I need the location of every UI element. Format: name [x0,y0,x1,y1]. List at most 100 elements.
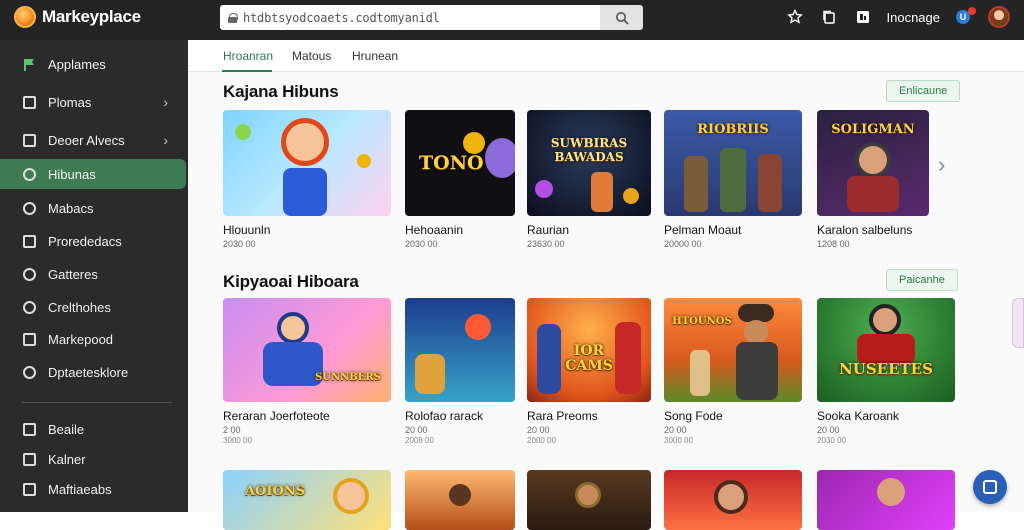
sidebar-item-label: Prorededacs [48,233,122,249]
sidebar-item-beaile[interactable]: Beaile [0,414,188,444]
notification-dot [968,7,976,15]
card-meta: 20000 00 [664,239,702,249]
brand[interactable]: Markeyplace [14,6,141,28]
card-title: Reraran Joerfoteote [223,409,330,423]
tab-bar: Hroanran Matous Hrunean [188,40,1024,72]
app-thumbnail [405,298,515,402]
card-meta: 20 00 [405,425,428,435]
tab-hrunean[interactable]: Hrunean [352,49,398,63]
app-thumbnail [405,470,515,530]
sidebar-item-label: Dptaetesklore [48,364,129,380]
sidebar-item-label: Applames [48,56,106,72]
tab-matous[interactable]: Matous [292,49,331,63]
sidebar-item-gatteres[interactable]: Gatteres [0,259,188,289]
app-card[interactable] [817,470,955,530]
thumbnail-text: SOLIGMAN [831,122,915,137]
chart-icon [22,482,37,497]
app-card[interactable]: RIOBRIIS Pelman Moaut 20000 00 [664,110,802,249]
app-card[interactable]: AOIONS [223,470,391,530]
sidebar-item-maftiaeabs[interactable]: Maftiaeabs [0,474,188,504]
sidebar-item-label: Deoer Alvecs [48,132,125,148]
sidebar-item-kalner[interactable]: Kalner [0,444,188,474]
app-card[interactable]: SOLIGMAN Karalon salbeluns 1208 00 [817,110,929,249]
card-title: Song Fode [664,409,723,423]
card-meta: 1208 00 [817,239,850,249]
extension-icon[interactable] [853,7,873,27]
bookmark-icon [22,234,37,249]
card-title: Hehoaanin [405,223,464,237]
sidebar-item-mabacs[interactable]: Mabacs [0,193,188,223]
app-card[interactable]: TONO Hehoaanin 2030 00 [405,110,515,249]
tag-icon [22,267,37,282]
tab-hroanran[interactable]: Hroanran [223,49,273,63]
app-card[interactable]: HTOUNOS Song Fode 20 00 3000 00 [664,298,802,445]
sidebar-item-label: Mabacs [48,200,94,216]
app-thumbnail: HTOUNOS [664,298,802,402]
sidebar-item-dptaetesklore[interactable]: Dptaetesklore [0,357,188,387]
lock-icon [228,12,238,23]
see-all-button[interactable]: Enlicaune [886,80,961,102]
app-thumbnail: SOLIGMAN [817,110,929,216]
list-icon [22,452,37,467]
app-card[interactable]: SUNNBERS Reraran Joerfoteote 2 00 3000 0… [223,298,391,445]
app-card[interactable] [664,470,802,530]
app-thumbnail [664,470,802,530]
app-thumbnail [223,110,391,216]
card-title: Hlouunln [223,223,271,237]
sidebar-item-crelthohes[interactable]: Crelthohes [0,292,188,322]
sidebar-item-plomas[interactable]: Plomas › [0,87,188,117]
gear-icon [22,300,37,315]
card-meta: 2030 00 [223,239,256,249]
clock-icon [22,365,37,380]
top-bar: Markeyplace htdbtsyodcoaets.codtomyanidl… [0,0,1024,40]
sidebar-item-label: Hibunas [48,166,96,182]
notification-icon[interactable]: U [954,7,976,27]
card-title: Pelman Moaut [664,223,742,237]
card-meta: 20 00 [664,425,687,435]
thumbnail-text: AOIONS [244,484,306,499]
header-label[interactable]: Inocnage [887,10,941,25]
app-card[interactable]: Hlouunln 2030 00 [223,110,391,249]
card-title: Raurian [527,223,570,237]
app-thumbnail [817,470,955,530]
box-icon [22,133,37,148]
sidebar-item-deoer-alvecs[interactable]: Deoer Alvecs › [0,125,188,155]
app-thumbnail: IOR CAMS [527,298,651,402]
thumbnail-text: IOR CAMS [565,343,613,374]
sidebar-item-hibunas[interactable]: Hibunas [0,159,186,189]
user-avatar[interactable] [988,6,1010,28]
app-card[interactable]: IOR CAMS Rara Preoms 20 00 2000 00 [527,298,651,445]
card-title: Rara Preoms [527,409,598,423]
sidebar-item-markepood[interactable]: Markepood [0,324,188,354]
thumbnail-text: SUWBIRAS BAWADAS [550,136,628,164]
bag-icon [22,201,37,216]
card-icon [22,332,37,347]
side-panel-handle[interactable] [1012,298,1024,348]
address-bar[interactable]: htdbtsyodcoaets.codtomyanidl [220,5,600,30]
app-card[interactable]: NUSEETES Sooka Karoank 20 00 2030 00 [817,298,955,445]
top-actions: Inocnage U [785,6,1010,28]
star-icon[interactable] [785,7,805,27]
search-button[interactable] [600,5,643,30]
sidebar-item-label: Maftiaeabs [48,481,112,497]
app-thumbnail [527,470,651,530]
sidebar-item-label: Gatteres [48,266,98,282]
app-thumbnail: SUWBIRAS BAWADAS [527,110,651,216]
sidebar-item-prorededacs[interactable]: Prorededacs [0,226,188,256]
app-card[interactable] [527,470,651,530]
shield-icon [22,167,37,182]
floating-action-button[interactable] [973,470,1007,504]
app-thumbnail: TONO [405,110,515,216]
see-all-button[interactable]: Paicanhe [886,269,958,291]
app-card[interactable] [405,470,515,530]
app-card[interactable]: SUWBIRAS BAWADAS Raurian 23630 00 [527,110,651,249]
thumbnail-text: RIOBRIIS [697,122,769,137]
chevron-right-icon[interactable]: › [938,152,945,178]
sidebar-item-applames[interactable]: Applames [0,49,188,79]
sidebar: Applames Plomas › Deoer Alvecs › Hibunas… [0,40,188,512]
app-thumbnail: NUSEETES [817,298,955,402]
card-title: Rolofao rarack [405,409,484,423]
app-card[interactable]: Rolofao rarack 20 00 2008 00 [405,298,515,445]
copy-icon[interactable] [819,7,839,27]
card-meta-secondary: 2008 00 [405,436,434,445]
